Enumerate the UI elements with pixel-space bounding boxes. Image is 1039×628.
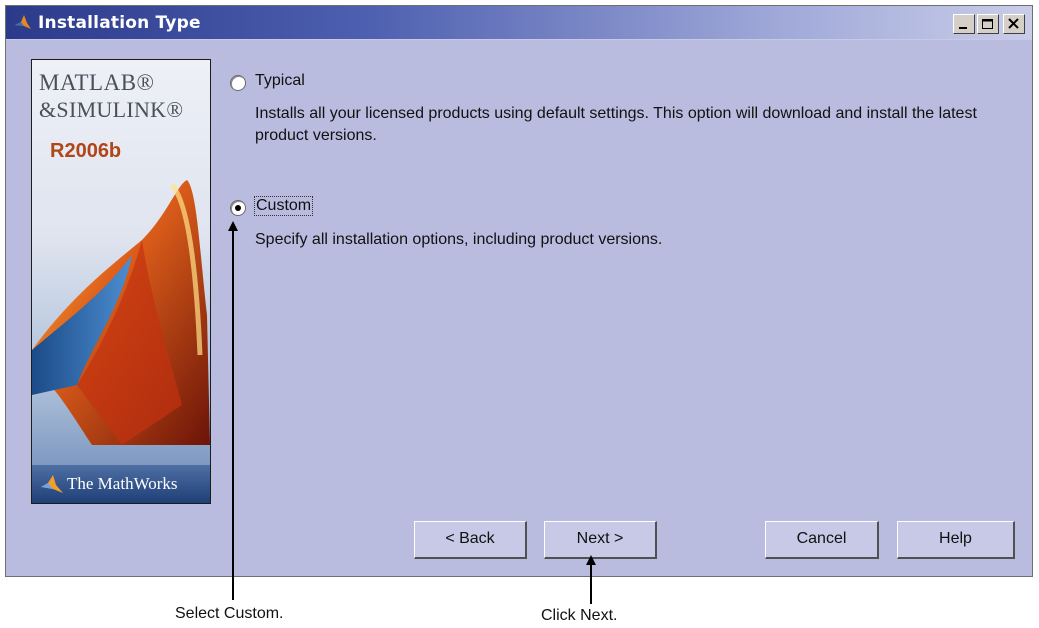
- typical-description: Installs all your licensed products usin…: [255, 105, 977, 144]
- custom-radio[interactable]: [230, 200, 246, 216]
- matlab-logo-icon: [15, 15, 31, 29]
- custom-callout-text: Select Custom.: [175, 605, 284, 622]
- minimize-icon: [959, 27, 967, 29]
- cancel-button[interactable]: Cancel: [765, 521, 879, 559]
- custom-description: Specify all installation options, includ…: [255, 231, 663, 248]
- maximize-button[interactable]: [977, 14, 999, 34]
- radio-selected-dot: [235, 205, 241, 211]
- maximize-icon: [982, 19, 993, 29]
- window-title: Installation Type: [38, 13, 201, 33]
- installer-window: Installation Type MATLAB® &SIMULINK® R20…: [5, 5, 1033, 577]
- typical-label[interactable]: Typical: [255, 72, 305, 90]
- minimize-button[interactable]: [953, 14, 975, 34]
- custom-callout-line: [232, 230, 234, 600]
- mathworks-label: The MathWorks: [67, 474, 178, 493]
- custom-label[interactable]: Custom: [254, 196, 314, 216]
- mathworks-logo-icon: [41, 475, 63, 493]
- close-button[interactable]: [1003, 14, 1025, 34]
- back-button[interactable]: < Back: [414, 521, 527, 559]
- next-callout-line: [590, 564, 592, 604]
- next-button[interactable]: Next >: [544, 521, 657, 559]
- title-bar[interactable]: Installation Type: [6, 6, 1032, 39]
- banner-footer: The MathWorks: [32, 465, 210, 503]
- membrane-graphic: [32, 180, 210, 445]
- next-callout-text: Click Next.: [541, 607, 618, 624]
- typical-radio[interactable]: [230, 75, 246, 91]
- help-button[interactable]: Help: [897, 521, 1015, 559]
- matlab-banner: MATLAB® &SIMULINK® R2006b The MathWorks: [31, 59, 211, 504]
- logo-matlab: MATLAB®: [39, 70, 155, 95]
- logo-simulink: &SIMULINK®: [39, 97, 184, 122]
- close-icon: [1008, 18, 1019, 29]
